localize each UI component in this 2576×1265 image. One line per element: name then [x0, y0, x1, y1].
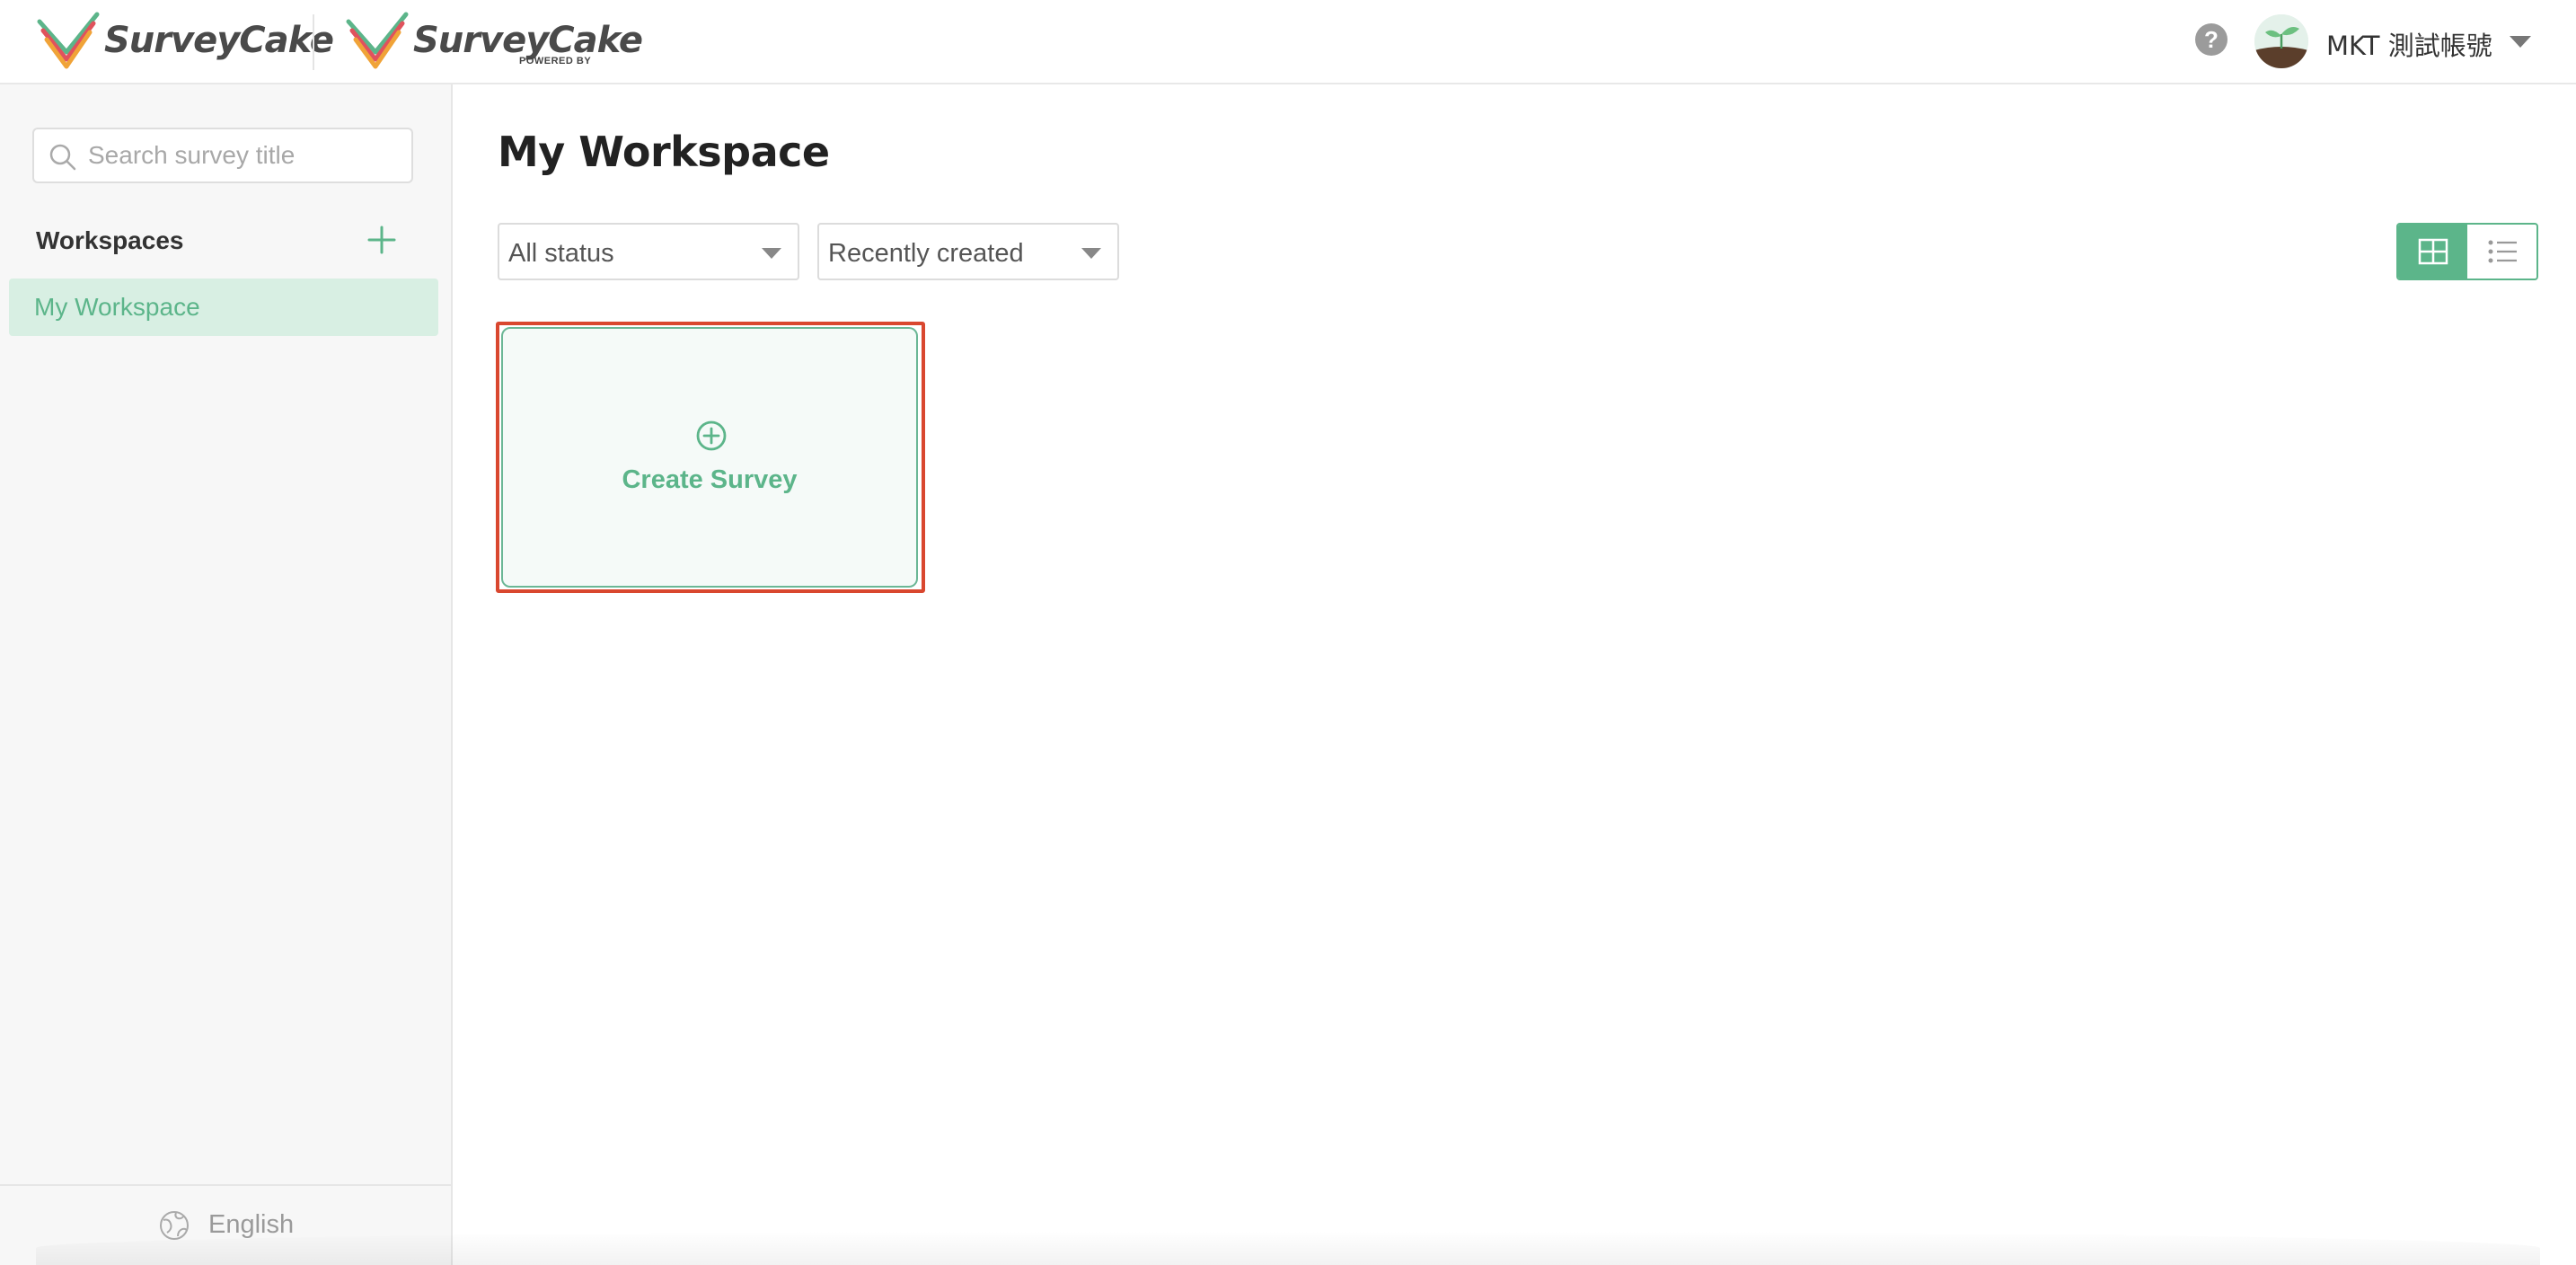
create-survey-card[interactable]: Create Survey [501, 327, 918, 588]
sidebar-item-my-workspace[interactable]: My Workspace [9, 279, 438, 336]
sidebar-item-label: My Workspace [34, 293, 200, 321]
language-selector[interactable]: English [0, 1184, 451, 1265]
logo-divider [313, 14, 314, 70]
surveycake-powered-logo: SurveyCake POWERED BY [345, 11, 643, 70]
list-icon [2488, 240, 2517, 263]
search-box[interactable] [32, 128, 413, 183]
plus-circle-icon [696, 420, 727, 451]
sprout-avatar-icon [2254, 14, 2308, 68]
surveycake-logo[interactable]: SurveyCake [36, 11, 334, 70]
user-name[interactable]: MKT 測試帳號 [2326, 25, 2492, 63]
top-header: SurveyCake SurveyCake POWERED BY ? MKT 測… [0, 0, 2576, 84]
language-label: English [208, 1210, 295, 1239]
status-filter-value: All status [508, 239, 614, 268]
page-title: My Workspace [498, 128, 830, 176]
list-view-button[interactable] [2467, 225, 2536, 279]
search-input[interactable] [88, 129, 402, 181]
sort-select[interactable]: Recently created [817, 223, 1119, 280]
chevron-down-icon [1081, 248, 1101, 259]
view-toggle [2396, 223, 2538, 280]
surveycake-logo-mark-icon [346, 12, 409, 69]
question-circle-icon[interactable]: ? [2195, 23, 2228, 56]
globe-icon [160, 1211, 189, 1240]
surveycake-logo-mark-icon [37, 12, 100, 69]
powered-by-label: POWERED BY [519, 56, 592, 66]
grid-view-button[interactable] [2398, 225, 2467, 279]
logo-text: SurveyCake [104, 20, 334, 61]
create-survey-label: Create Survey [622, 465, 798, 494]
status-filter-select[interactable]: All status [498, 223, 799, 280]
chevron-down-icon [762, 248, 781, 259]
grid-icon [2418, 238, 2448, 265]
chevron-down-icon[interactable] [2510, 36, 2531, 48]
logo-text: SurveyCake [413, 20, 643, 61]
sidebar: Workspaces My Workspace English [0, 84, 453, 1265]
avatar[interactable] [2254, 14, 2308, 68]
sort-value: Recently created [828, 239, 1024, 268]
workspaces-heading: Workspaces [36, 226, 184, 254]
plus-icon[interactable] [366, 225, 397, 255]
search-icon [49, 144, 76, 171]
